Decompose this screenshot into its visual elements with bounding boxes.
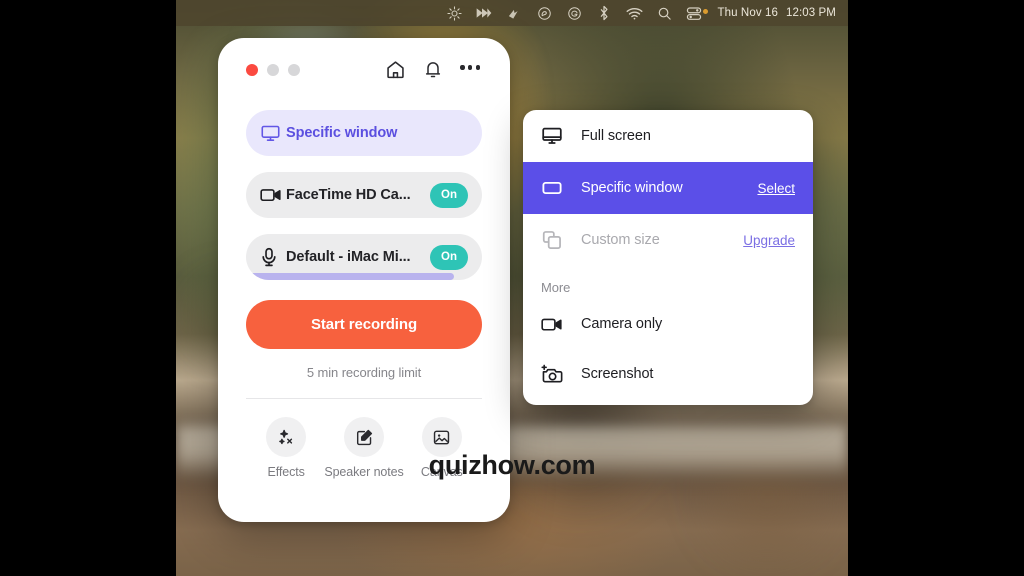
creative-cloud-icon[interactable] xyxy=(536,5,553,22)
watermark-text: quizhow.com xyxy=(428,450,596,480)
source-row-label: Specific window xyxy=(286,125,398,141)
desktop-monitor-icon xyxy=(541,125,567,147)
microphone-device-row[interactable]: Default - iMac Mi... On xyxy=(246,234,482,280)
menu-item-custom-size-label: Custom size xyxy=(581,232,660,248)
source-row-specific-window[interactable]: Specific window xyxy=(246,110,482,156)
start-recording-button[interactable]: Start recording xyxy=(246,300,482,349)
menu-item-custom-size[interactable]: Custom size Upgrade xyxy=(523,214,813,266)
microphone-toggle[interactable]: On xyxy=(430,244,468,270)
menu-item-screenshot[interactable]: Screenshot xyxy=(523,349,813,399)
search-icon[interactable] xyxy=(656,5,673,22)
wifi-signal-icon[interactable] xyxy=(506,5,523,22)
capture-mode-menu: Full screen Specific window Select Custo… xyxy=(523,110,813,405)
menu-item-specific-window-label: Specific window xyxy=(581,180,683,196)
video-camera-icon xyxy=(541,316,567,333)
window-rect-icon xyxy=(541,177,567,199)
notification-dot xyxy=(702,8,708,14)
grammarly-icon[interactable] xyxy=(566,5,583,22)
menu-more-header: More xyxy=(541,280,571,295)
microphone-icon xyxy=(260,247,286,268)
minimize-button[interactable] xyxy=(267,64,279,76)
menu-item-screenshot-label: Screenshot xyxy=(581,366,654,382)
menu-bar-time: 12:03 PM xyxy=(785,7,836,19)
menu-bar-clock[interactable]: Thu Nov 16 12:03 PM xyxy=(718,7,836,19)
control-center-icon[interactable] xyxy=(686,5,708,22)
panel-divider xyxy=(246,398,482,399)
camera-toggle[interactable]: On xyxy=(430,182,468,208)
panel-header-actions xyxy=(385,59,482,80)
window-traffic-lights xyxy=(246,62,300,76)
close-button[interactable] xyxy=(246,64,258,76)
screenshot-camera-icon xyxy=(541,364,567,384)
menu-item-camera-only[interactable]: Camera only xyxy=(523,299,813,349)
select-window-link[interactable]: Select xyxy=(757,181,795,196)
menu-item-full-screen-label: Full screen xyxy=(581,128,651,144)
custom-size-icon xyxy=(541,229,567,251)
maximize-button[interactable] xyxy=(288,64,300,76)
audio-level-bar xyxy=(246,273,454,280)
more-options-icon[interactable] xyxy=(460,65,480,72)
macos-menu-bar: Thu Nov 16 12:03 PM xyxy=(176,0,848,26)
video-camera-icon xyxy=(260,186,286,204)
camera-device-row[interactable]: FaceTime HD Ca... On xyxy=(246,172,482,218)
sun-brightness-icon[interactable] xyxy=(446,5,463,22)
monitor-icon xyxy=(260,123,286,144)
panel-header xyxy=(246,38,482,100)
microphone-device-label: Default - iMac Mi... xyxy=(286,249,411,265)
bluetooth-icon[interactable] xyxy=(596,5,613,22)
home-icon[interactable] xyxy=(385,59,406,80)
recording-limit-note: 5 min recording limit xyxy=(306,365,422,380)
menu-bar-date: Thu Nov 16 xyxy=(717,7,778,19)
menu-item-specific-window[interactable]: Specific window Select xyxy=(523,162,813,214)
wifi-icon[interactable] xyxy=(626,5,643,22)
fast-forward-icon[interactable] xyxy=(476,5,493,22)
camera-device-label: FaceTime HD Ca... xyxy=(286,187,411,203)
menu-item-full-screen[interactable]: Full screen xyxy=(523,110,813,162)
menu-item-camera-only-label: Camera only xyxy=(581,316,663,332)
bell-icon[interactable] xyxy=(423,59,443,80)
upgrade-link[interactable]: Upgrade xyxy=(743,233,795,248)
